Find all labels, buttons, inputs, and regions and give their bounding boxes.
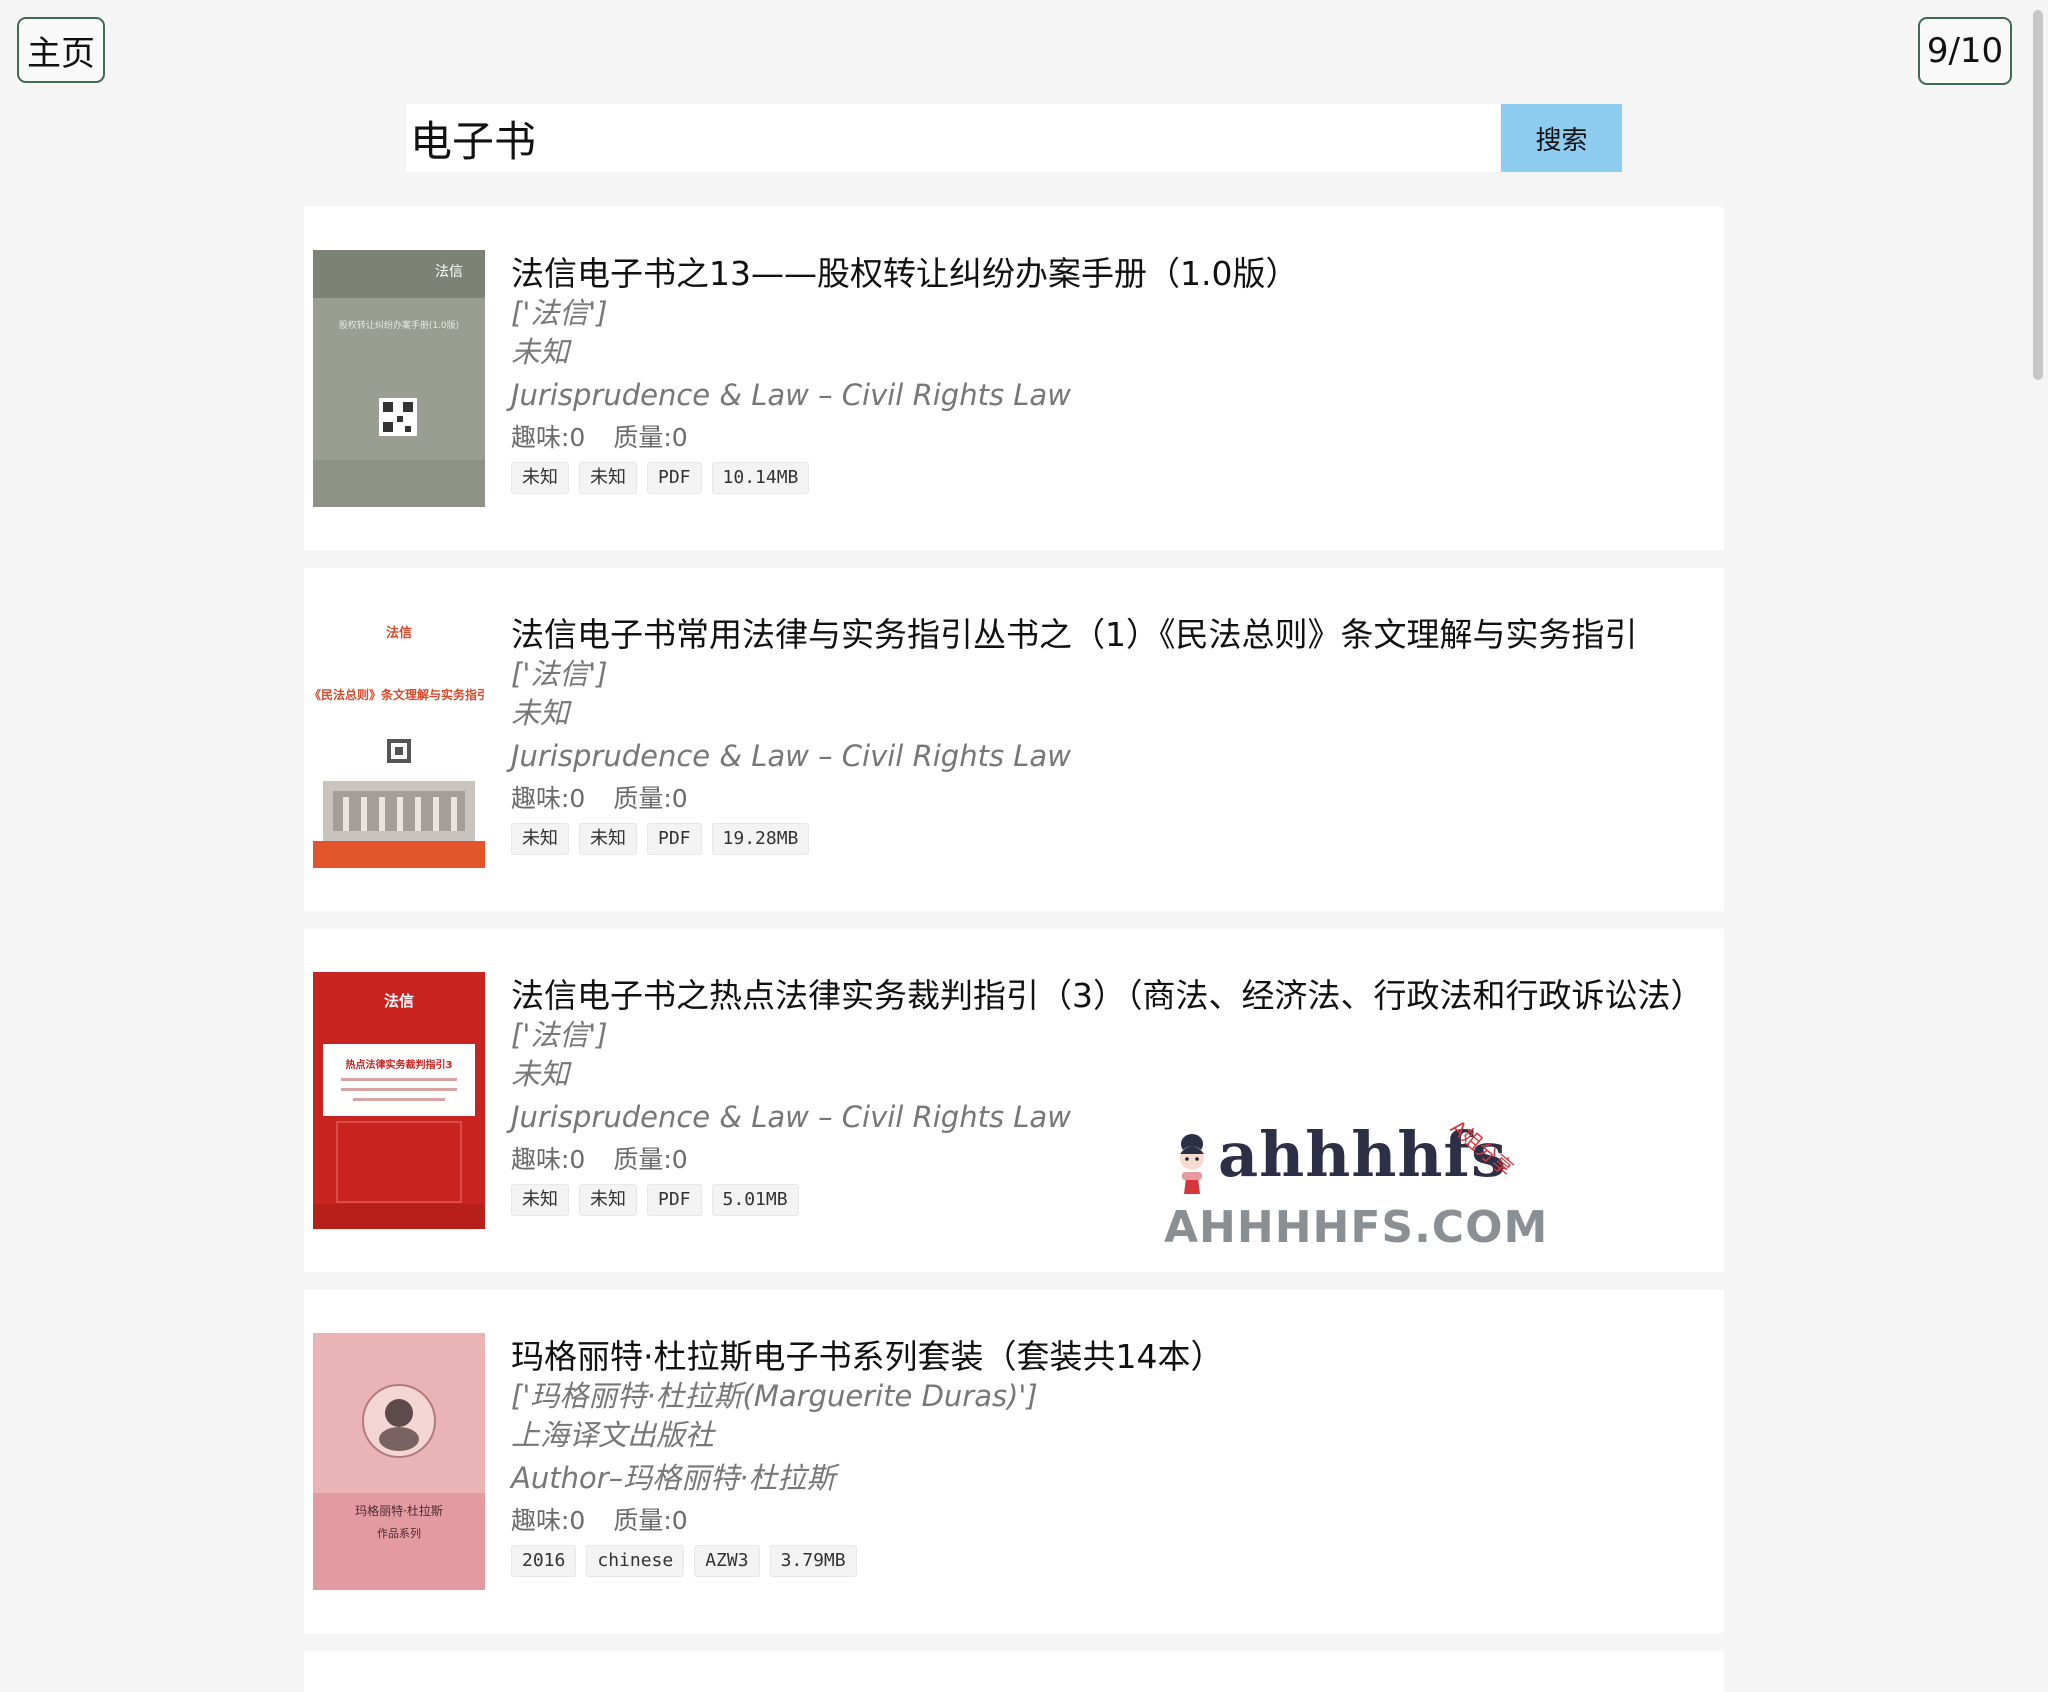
book-cover[interactable]: 法信 热点法律实务裁判指引3 [313,972,485,1229]
book-authors: ['法信'] [511,657,608,691]
tag-language: 未知 [579,1184,637,1216]
book-title[interactable]: 玛格丽特·杜拉斯电子书系列套装（套装共14本） [511,1336,1739,1378]
mascot-icon [1180,1134,1204,1194]
svg-text:作品系列: 作品系列 [377,1526,421,1540]
svg-text:法信: 法信 [384,992,414,1010]
book-cover[interactable]: 玛格丽特·杜拉斯 作品系列 [313,1333,485,1590]
interest-rating: 趣味:0 [511,1145,586,1174]
book-card[interactable]: 法信 《民法总则》条文理解与实务指引 法信电子书常用法律与实务指引丛书之（1）《… [304,568,1724,911]
tag-size: 5.01MB [711,1184,799,1216]
book-category: Jurisprudence & Law – Civil Rights Law [511,1100,1071,1134]
book-cover-image: 法信 《民法总则》条文理解与实务指引 [313,611,485,868]
book-category: Jurisprudence & Law – Civil Rights Law [511,378,1071,412]
book-info: 法信电子书之热点法律实务裁判指引（3）（商法、经济法、行政法和行政诉讼法） ['… [511,975,1751,1216]
tag-format: PDF [647,823,702,855]
book-tags: 未知 未知 PDF 10.14MB [511,462,1751,494]
tag-language: 未知 [579,462,637,494]
tag-language: 未知 [579,823,637,855]
book-publisher: 未知 [511,1057,570,1091]
book-cover-image: 法信 热点法律实务裁判指引3 [313,972,485,1229]
svg-text:《民法总则》条文理解与实务指引: 《民法总则》条文理解与实务指引 [313,687,485,702]
search-results-page: 主页 9/10 搜索 法信 股权转让纠纷办案手册(1.0版) [0,0,2048,1692]
tag-year: 未知 [511,823,569,855]
book-title[interactable]: 法信电子书之热点法律实务裁判指引（3）（商法、经济法、行政法和行政诉讼法） [511,975,1739,1017]
quality-rating: 质量:0 [613,423,688,452]
book-cover[interactable]: 法信 股权转让纠纷办案手册(1.0版) [313,250,485,507]
book-title[interactable]: 法信电子书之13——股权转让纠纷办案手册（1.0版） [511,253,1739,295]
book-authors: ['玛格丽特·杜拉斯(Marguerite Duras)'] [511,1379,1038,1413]
book-tags: 2016 chinese AZW3 3.79MB [511,1545,1751,1577]
book-cover-image: 法信 股权转让纠纷办案手册(1.0版) [313,250,485,507]
svg-text:股权转让纠纷办案手册(1.0版): 股权转让纠纷办案手册(1.0版) [339,319,459,331]
tag-format: PDF [647,462,702,494]
book-authors: ['法信'] [511,1018,608,1052]
quality-rating: 质量:0 [613,1506,688,1535]
book-list: 法信 股权转让纠纷办案手册(1.0版) 法信电子书之13——股权转让纠纷办案手册… [304,207,1724,1692]
scrollbar-thumb[interactable] [2033,10,2043,380]
book-cover[interactable]: 法信 《民法总则》条文理解与实务指引 [313,611,485,868]
tag-size: 10.14MB [711,462,810,494]
home-button[interactable]: 主页 [17,17,105,83]
book-info: 法信电子书常用法律与实务指引丛书之（1）《民法总则》条文理解与实务指引 ['法信… [511,614,1751,855]
book-cover-image: 玛格丽特·杜拉斯 作品系列 [313,1333,485,1590]
book-info: 法信电子书之13——股权转让纠纷办案手册（1.0版） ['法信'] 未知 Jur… [511,253,1751,494]
search-input[interactable] [406,104,1500,172]
quality-rating: 质量:0 [613,784,688,813]
tag-year: 未知 [511,1184,569,1216]
tag-format: AZW3 [694,1545,760,1577]
book-card[interactable]: 法信 股权转让纠纷办案手册(1.0版) 法信电子书之13——股权转让纠纷办案手册… [304,207,1724,550]
book-publisher: 未知 [511,335,570,369]
tag-size: 19.28MB [711,823,810,855]
book-category: Jurisprudence & Law – Civil Rights Law [511,739,1071,773]
book-ratings: 趣味:0 质量:0 [511,417,1751,459]
book-ratings: 趣味:0 质量:0 [511,1139,1751,1181]
interest-rating: 趣味:0 [511,423,586,452]
book-ratings: 趣味:0 质量:0 [511,778,1751,820]
watermark: ahhhhfs A姐分享 AHHHHFS.COM [1164,1112,1554,1253]
svg-text:法信: 法信 [386,625,412,641]
book-authors: ['法信'] [511,296,608,330]
page-counter[interactable]: 9/10 [1918,17,2012,85]
watermark-url: AHHHHFS.COM [1164,1202,1549,1253]
tag-year: 未知 [511,462,569,494]
tag-language: chinese [586,1545,685,1577]
book-ratings: 趣味:0 质量:0 [511,1500,1751,1542]
book-publisher: 上海译文出版社 [511,1418,715,1452]
svg-text:玛格丽特·杜拉斯: 玛格丽特·杜拉斯 [355,1503,443,1518]
svg-text:法信: 法信 [435,264,463,280]
book-title[interactable]: 法信电子书常用法律与实务指引丛书之（1）《民法总则》条文理解与实务指引 [511,614,1739,656]
tag-format: PDF [647,1184,702,1216]
book-card[interactable]: 玛格丽特·杜拉斯 作品系列 玛格丽特·杜拉斯电子书系列套装（套装共14本） ['… [304,1290,1724,1633]
quality-rating: 质量:0 [613,1145,688,1174]
tag-size: 3.79MB [769,1545,857,1577]
book-tags: 未知 未知 PDF 19.28MB [511,823,1751,855]
book-tags: 未知 未知 PDF 5.01MB [511,1184,1751,1216]
book-publisher: 未知 [511,696,570,730]
book-category: Author–玛格丽特·杜拉斯 [511,1461,836,1495]
search-button[interactable]: 搜索 [1501,104,1622,172]
interest-rating: 趣味:0 [511,784,586,813]
tag-year: 2016 [511,1545,577,1577]
book-info: 玛格丽特·杜拉斯电子书系列套装（套装共14本） ['玛格丽特·杜拉斯(Margu… [511,1336,1751,1577]
svg-text:热点法律实务裁判指引3: 热点法律实务裁判指引3 [346,1058,453,1071]
book-card-partial[interactable] [304,1651,1724,1692]
interest-rating: 趣味:0 [511,1506,586,1535]
